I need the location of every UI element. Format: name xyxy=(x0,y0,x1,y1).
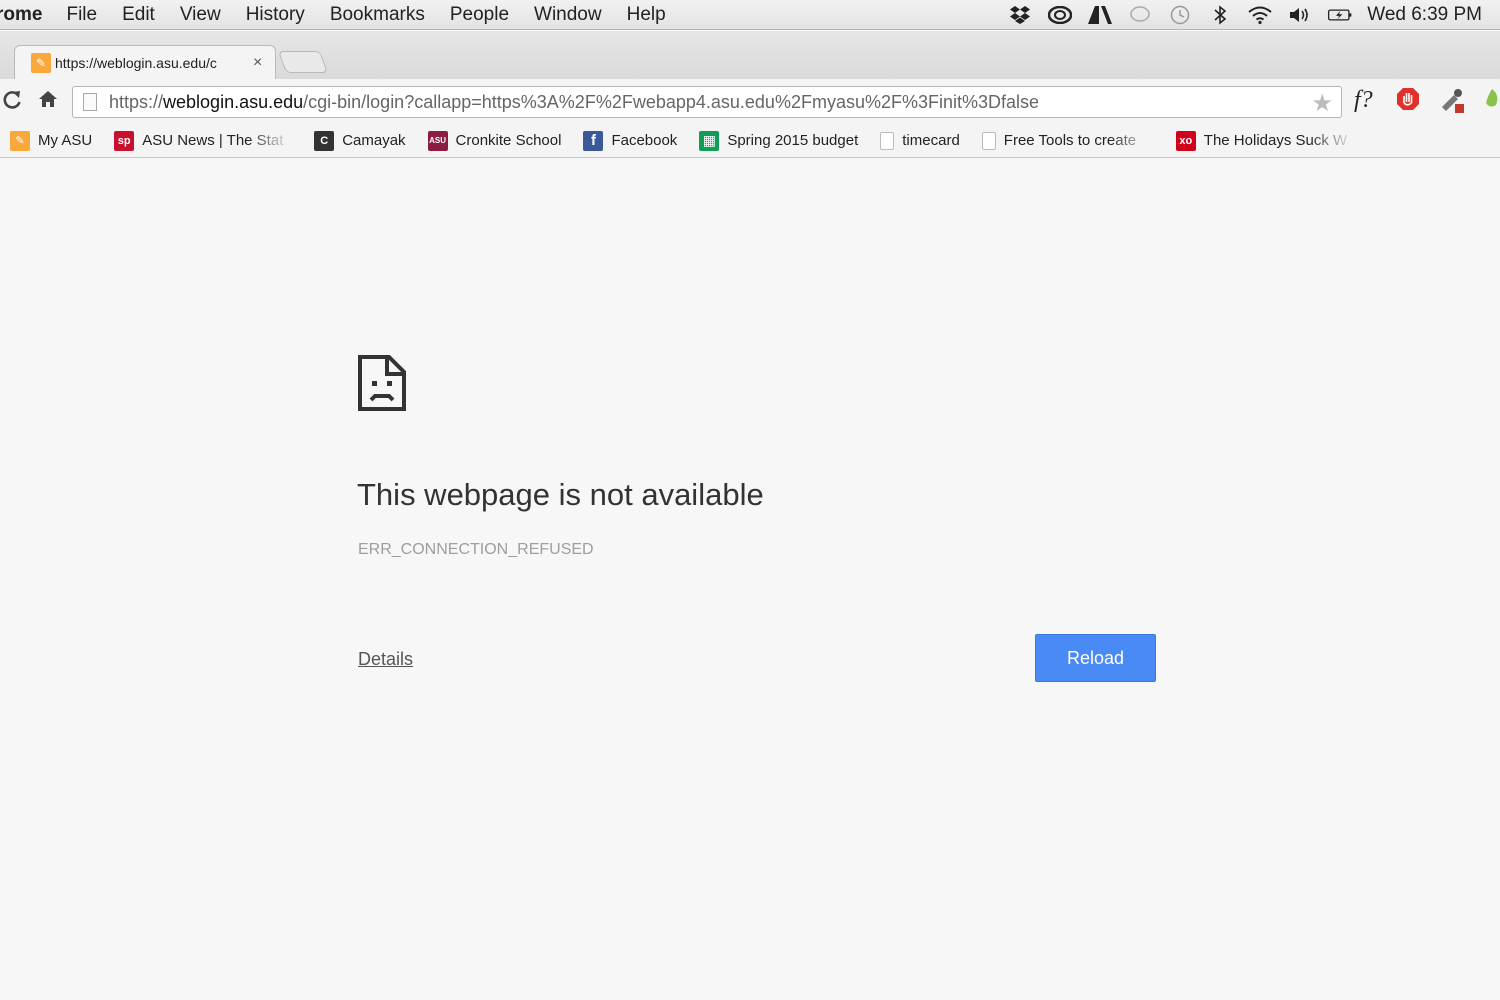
xojane-icon: xo xyxy=(1175,130,1196,151)
menu-bar: rome File Edit View History Bookmarks Pe… xyxy=(0,0,1500,30)
menu-people[interactable]: People xyxy=(450,4,509,26)
menu-edit[interactable]: Edit xyxy=(122,4,155,26)
fquery-extension-icon[interactable]: f? xyxy=(1354,87,1373,114)
page-icon xyxy=(880,131,895,150)
bookmark-label: The Holidays Suck W xyxy=(1203,132,1348,149)
url-scheme: https:// xyxy=(109,91,164,112)
menu-bookmarks[interactable]: Bookmarks xyxy=(330,4,425,26)
menu-window[interactable]: Window xyxy=(534,4,602,26)
battery-icon[interactable] xyxy=(1327,4,1353,26)
menu-file[interactable]: File xyxy=(66,4,97,26)
eyedropper-extension-icon[interactable] xyxy=(1438,87,1466,121)
bookmark-camayak[interactable]: C Camayak xyxy=(314,130,406,151)
facebook-icon: f xyxy=(583,130,604,151)
bookmark-label: ASU News | The Stat xyxy=(142,132,284,149)
home-icon[interactable] xyxy=(38,89,58,115)
page-content: This webpage is not available ERR_CONNEC… xyxy=(0,159,1500,1000)
menu-view[interactable]: View xyxy=(180,4,221,26)
bookmarks-bar: ✎ My ASU sp ASU News | The Stat C Camaya… xyxy=(0,124,1500,158)
tab-title: https://weblogin.asu.edu/c xyxy=(55,54,217,71)
menu-help[interactable]: Help xyxy=(627,4,666,26)
reload-button[interactable]: Reload xyxy=(1035,634,1156,682)
evernote-extension-icon[interactable] xyxy=(1480,87,1500,117)
volume-icon[interactable] xyxy=(1287,4,1313,26)
page-icon xyxy=(83,93,97,111)
bookmark-label: My ASU xyxy=(38,132,93,149)
bookmark-label: Camayak xyxy=(342,132,406,149)
bookmark-asu-news[interactable]: sp ASU News | The Stat xyxy=(114,130,292,151)
error-code: ERR_CONNECTION_REFUSED xyxy=(358,541,594,558)
asu-favicon-icon: ✎ xyxy=(31,52,51,73)
tab-close-icon[interactable]: × xyxy=(253,54,262,72)
bookmark-cronkite[interactable]: ASU Cronkite School xyxy=(427,130,562,151)
address-bar[interactable]: https://weblogin.asu.edu/cgi-bin/login?c… xyxy=(72,86,1342,118)
bookmark-label: Free Tools to create xyxy=(1003,132,1137,149)
app-menu-chrome[interactable]: rome xyxy=(0,4,42,26)
adblock-extension-icon[interactable] xyxy=(1396,87,1420,117)
menu-history[interactable]: History xyxy=(246,4,305,26)
bookmark-holidays[interactable]: xo The Holidays Suck W xyxy=(1175,130,1354,151)
reload-icon[interactable] xyxy=(2,89,22,117)
bluetooth-icon[interactable] xyxy=(1207,4,1233,26)
bookmark-label: Cronkite School xyxy=(455,132,562,149)
status-menu-area: Wed 6:39 PM xyxy=(993,0,1500,30)
url-host: weblogin.asu.edu xyxy=(163,91,304,112)
asu-icon: ✎ xyxy=(10,130,30,151)
bookmark-free-tools[interactable]: Free Tools to create xyxy=(981,131,1154,150)
bookmark-label: timecard xyxy=(902,132,960,149)
time-machine-icon[interactable] xyxy=(1167,4,1193,26)
new-tab-button[interactable] xyxy=(277,51,329,73)
bookmark-my-asu[interactable]: ✎ My ASU xyxy=(10,130,93,151)
url-path: /cgi-bin/login?callapp=https%3A%2F%2Fweb… xyxy=(303,91,1040,112)
tab-active[interactable]: ✎ https://weblogin.asu.edu/c × xyxy=(14,45,276,79)
cronkite-icon: ASU xyxy=(427,130,448,151)
sheets-icon: ▦ xyxy=(699,130,720,151)
wifi-icon[interactable] xyxy=(1247,4,1273,26)
bookmark-label: Spring 2015 budget xyxy=(727,132,859,149)
browser-toolbar: https://weblogin.asu.edu/cgi-bin/login?c… xyxy=(0,79,1500,124)
statepress-icon: sp xyxy=(114,130,135,151)
messages-icon[interactable] xyxy=(1127,4,1153,26)
creative-cloud-icon[interactable] xyxy=(1047,4,1073,26)
error-title: This webpage is not available xyxy=(357,477,764,512)
bookmark-star-icon[interactable]: ★ xyxy=(1311,89,1333,118)
sad-page-icon xyxy=(357,354,407,412)
bookmark-timecard[interactable]: timecard xyxy=(880,131,960,150)
dropbox-icon[interactable] xyxy=(1007,4,1033,26)
page-icon xyxy=(981,131,996,150)
bookmark-label: Facebook xyxy=(611,132,678,149)
bookmark-spring-budget[interactable]: ▦ Spring 2015 budget xyxy=(699,130,859,151)
adobe-icon[interactable] xyxy=(1087,4,1113,26)
tab-strip: ✎ https://weblogin.asu.edu/c × xyxy=(0,31,1500,79)
bookmark-facebook[interactable]: f Facebook xyxy=(583,130,678,151)
details-link[interactable]: Details xyxy=(358,649,413,670)
camayak-icon: C xyxy=(314,130,335,151)
url-text[interactable]: https://weblogin.asu.edu/cgi-bin/login?c… xyxy=(109,92,1039,113)
menu-clock[interactable]: Wed 6:39 PM xyxy=(1367,4,1482,26)
